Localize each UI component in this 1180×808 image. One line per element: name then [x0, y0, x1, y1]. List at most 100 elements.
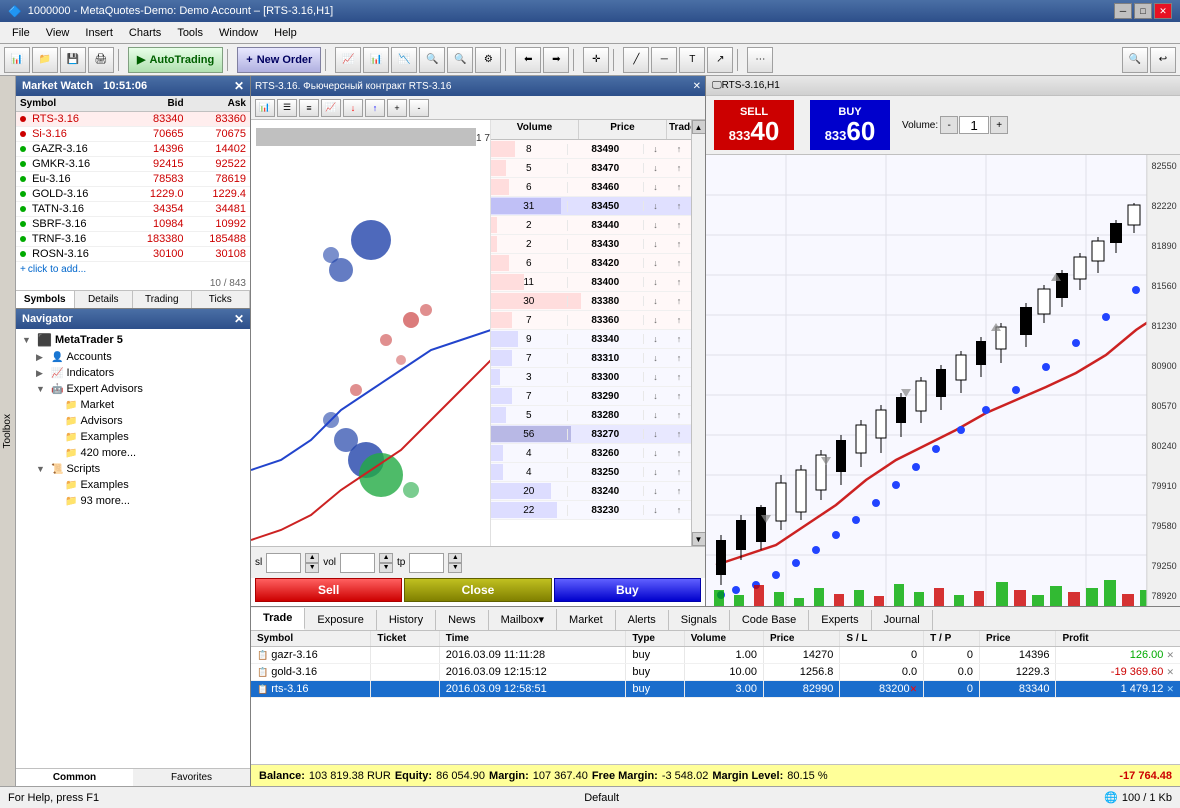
search-button[interactable]: 🔍 [1122, 47, 1148, 73]
chart-candle-button[interactable]: 📊 [363, 47, 389, 73]
dom-table-row[interactable]: 31 83450 ↓ ↑ [491, 197, 691, 216]
nav-tab-common[interactable]: Common [16, 769, 133, 786]
menu-window[interactable]: Window [211, 25, 266, 41]
line-tool-button[interactable]: ╱ [623, 47, 649, 73]
hline-tool-button[interactable]: ─ [651, 47, 677, 73]
minimize-button[interactable]: ─ [1114, 3, 1132, 19]
chart-bar-button[interactable]: 📈 [335, 47, 361, 73]
add-symbol-button[interactable]: +click to add... [16, 262, 250, 277]
back-button[interactable]: ↩ [1150, 47, 1176, 73]
properties-button[interactable]: ⚙ [475, 47, 501, 73]
nav-item[interactable]: 📁 420 more... [18, 445, 248, 461]
close-trade-btn[interactable]: ✕ [1166, 684, 1174, 694]
market-watch-row[interactable]: SBRF-3.16 10984 10992 [16, 217, 250, 232]
tab-details[interactable]: Details [75, 291, 134, 308]
tab-symbols[interactable]: Symbols [16, 291, 75, 308]
save-button[interactable]: 💾 [60, 47, 86, 73]
dom-list-btn[interactable]: ☰ [277, 99, 297, 117]
dom-table-row[interactable]: 6 83420 ↓ ↑ [491, 254, 691, 273]
dom-sell-btn[interactable]: ↓ [343, 99, 363, 117]
dom-table-row[interactable]: 22 83230 ↓ ↑ [491, 501, 691, 520]
tab-alerts[interactable]: Alerts [616, 610, 669, 630]
dom-table-row[interactable]: 56 83270 ↓ ↑ [491, 425, 691, 444]
nav-item[interactable]: ▼ 📜 Scripts [18, 461, 248, 477]
menu-tools[interactable]: Tools [169, 25, 211, 41]
dom-table-row[interactable]: 30 83380 ↓ ↑ [491, 292, 691, 311]
tab-news[interactable]: News [436, 610, 489, 630]
dom-table-row[interactable]: 5 83470 ↓ ↑ [491, 159, 691, 178]
chart-line-button[interactable]: 📉 [391, 47, 417, 73]
dom-table-row[interactable]: 3 83300 ↓ ↑ [491, 368, 691, 387]
dom-scrollbar[interactable]: ▲ ▼ [691, 120, 705, 546]
vol-field[interactable] [959, 116, 989, 134]
dom-table-row[interactable]: 4 83260 ↓ ↑ [491, 444, 691, 463]
dom-table-row[interactable]: 7 83290 ↓ ↑ [491, 387, 691, 406]
market-watch-row[interactable]: Eu-3.16 78583 78619 [16, 172, 250, 187]
more-tools-button[interactable]: ⋯ [747, 47, 773, 73]
tp-up[interactable]: ▲ [448, 553, 462, 563]
nav-item[interactable]: ▼ 🤖 Expert Advisors [18, 381, 248, 397]
scroll-up-btn[interactable]: ▲ [692, 120, 706, 134]
menu-view[interactable]: View [38, 25, 78, 41]
dom-depth-btn[interactable]: ≡ [299, 99, 319, 117]
tab-experts[interactable]: Experts [809, 610, 871, 630]
close-button[interactable]: ✕ [1154, 3, 1172, 19]
dom-trades-btn[interactable]: 📈 [321, 99, 341, 117]
text-tool-button[interactable]: T [679, 47, 705, 73]
menu-charts[interactable]: Charts [121, 25, 169, 41]
market-watch-row[interactable]: TATN-3.16 34354 34481 [16, 202, 250, 217]
market-watch-row[interactable]: ROSN-3.16 30100 30108 [16, 247, 250, 262]
vol-stepper[interactable]: ▲ ▼ [379, 553, 393, 573]
scroll-left-button[interactable]: ⬅ [515, 47, 541, 73]
vol-input[interactable]: 1 [340, 553, 375, 573]
tp-input[interactable]: 0 [409, 553, 444, 573]
tab-trading[interactable]: Trading [133, 291, 192, 308]
dom-table-row[interactable]: 11 83400 ↓ ↑ [491, 273, 691, 292]
tab-codebase[interactable]: Code Base [730, 610, 809, 630]
sl-down[interactable]: ▼ [305, 563, 319, 573]
nav-item[interactable]: ▶ 👤 Accounts [18, 349, 248, 365]
arrow-tool-button[interactable]: ↗ [707, 47, 733, 73]
vol-increment[interactable]: + [990, 116, 1008, 134]
trade-table-row[interactable]: 📋rts-3.16 2016.03.09 12:58:51 buy 3.00 8… [251, 681, 1180, 698]
dom-table-row[interactable]: 8 83490 ↓ ↑ [491, 140, 691, 159]
tp-stepper[interactable]: ▲ ▼ [448, 553, 462, 573]
tab-mailbox[interactable]: Mailbox▾ [489, 609, 557, 630]
market-watch-row[interactable]: RTS-3.16 83340 83360 [16, 112, 250, 127]
dom-table-row[interactable]: 2 83440 ↓ ↑ [491, 216, 691, 235]
zoom-out-button[interactable]: 🔍 [447, 47, 473, 73]
tp-down[interactable]: ▼ [448, 563, 462, 573]
tab-journal[interactable]: Journal [872, 610, 933, 630]
sell-trade-button[interactable]: SELL 83340 [714, 100, 794, 150]
market-watch-row[interactable]: GOLD-3.16 1229.0 1229.4 [16, 187, 250, 202]
toolbox-label[interactable]: Toolbox [0, 410, 15, 452]
nav-item[interactable]: 📁 Market [18, 397, 248, 413]
close-position-button[interactable]: Close [404, 578, 551, 602]
nav-item[interactable]: 📁 93 more... [18, 493, 248, 509]
open-button[interactable]: 📁 [32, 47, 58, 73]
trade-table-row[interactable]: 📋gazr-3.16 2016.03.09 11:11:28 buy 1.00 … [251, 647, 1180, 664]
nav-item[interactable]: ▶ 📈 Indicators [18, 365, 248, 381]
close-trade-btn[interactable]: ✕ [1166, 650, 1174, 660]
market-watch-row[interactable]: TRNF-3.16 183380 185488 [16, 232, 250, 247]
sell-button[interactable]: Sell [255, 578, 402, 602]
sl-input[interactable]: 0 [266, 553, 301, 573]
new-order-button[interactable]: + New Order [237, 47, 321, 73]
dom-table-row[interactable]: 20 83240 ↓ ↑ [491, 482, 691, 501]
vol-up[interactable]: ▲ [379, 553, 393, 563]
scroll-down-btn[interactable]: ▼ [692, 532, 706, 546]
menu-file[interactable]: File [4, 25, 38, 41]
dom-zoomin-btn[interactable]: + [387, 99, 407, 117]
zoom-in-button[interactable]: 🔍 [419, 47, 445, 73]
tab-exposure[interactable]: Exposure [305, 610, 376, 630]
auto-trading-button[interactable]: ▶ AutoTrading [128, 47, 223, 73]
sl-up[interactable]: ▲ [305, 553, 319, 563]
dom-zoomout-btn[interactable]: - [409, 99, 429, 117]
menu-help[interactable]: Help [266, 25, 305, 41]
menu-insert[interactable]: Insert [77, 25, 121, 41]
vol-down[interactable]: ▼ [379, 563, 393, 573]
dom-table-row[interactable]: 7 83360 ↓ ↑ [491, 311, 691, 330]
market-watch-row[interactable]: GMKR-3.16 92415 92522 [16, 157, 250, 172]
crosshair-button[interactable]: ✛ [583, 47, 609, 73]
trade-table-row[interactable]: 📋gold-3.16 2016.03.09 12:15:12 buy 10.00… [251, 664, 1180, 681]
